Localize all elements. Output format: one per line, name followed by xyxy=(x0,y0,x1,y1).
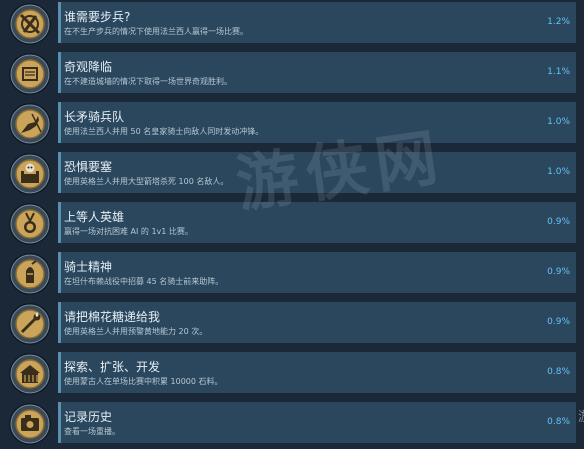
achievement-card: 长矛骑兵队使用法兰西人并用 50 名皇家骑士向敌人同时发动冲锋。 1.0% xyxy=(58,102,576,143)
achievement-card: 记录历史查看一场重播。 0.8% xyxy=(58,402,576,443)
achievement-description: 在不生产步兵的情况下使用法兰西人赢得一场比赛。 xyxy=(64,27,248,36)
building-icon xyxy=(8,352,52,396)
edge-char: 游 xyxy=(578,406,584,425)
achievement-row[interactable]: 奇观降临在不建造城墙的情况下取得一场世界奇观胜利。 1.1% xyxy=(0,50,584,99)
achievement-card: 谁需要步兵? 在不生产步兵的情况下使用法兰西人赢得一场比赛。 1.2% xyxy=(58,2,576,43)
unlock-percentage: 1.2% xyxy=(547,17,570,27)
achievement-row[interactable]: 请把棉花糖递给我使用英格兰人并用预警黄地能力 20 次。 0.9% xyxy=(0,300,584,349)
no-infantry-icon xyxy=(8,2,52,46)
achievement-card: 骑士精神在坦什布赖战役中招募 45 名骑士前来助阵。 0.9% xyxy=(58,252,576,293)
achievement-description: 查看一场重播。 xyxy=(64,427,120,436)
achievement-card: 探索、扩张、开发使用蒙古人在单场比赛中积累 10000 石料。 0.8% xyxy=(58,352,576,393)
achievement-row[interactable]: 探索、扩张、开发使用蒙古人在单场比赛中积累 10000 石料。 0.8% xyxy=(0,350,584,399)
achievement-row[interactable]: 骑士精神在坦什布赖战役中招募 45 名骑士前来助阵。 0.9% xyxy=(0,250,584,299)
achievement-row[interactable]: 谁需要步兵? 在不生产步兵的情况下使用法兰西人赢得一场比赛。 1.2% xyxy=(0,0,584,49)
achievement-row[interactable]: 上等人英雄赢得一场对抗困难 AI 的 1v1 比赛。 0.9% xyxy=(0,200,584,249)
achievement-card: 请把棉花糖递给我使用英格兰人并用预警黄地能力 20 次。 0.9% xyxy=(58,302,576,343)
unlock-percentage: 1.1% xyxy=(547,67,570,77)
achievement-card: 上等人英雄赢得一场对抗困难 AI 的 1v1 比赛。 0.9% xyxy=(58,202,576,243)
knight-charge-icon xyxy=(8,102,52,146)
achievement-title: 奇观降临 xyxy=(64,60,113,74)
achievement-row[interactable]: 长矛骑兵队使用法兰西人并用 50 名皇家骑士向敌人同时发动冲锋。 1.0% xyxy=(0,100,584,149)
achievement-title: 恐惧要塞 xyxy=(64,160,113,174)
achievement-title: 长矛骑兵队 xyxy=(64,110,125,124)
achievement-description: 使用法兰西人并用 50 名皇家骑士向敌人同时发动冲锋。 xyxy=(64,127,264,136)
torch-icon xyxy=(8,302,52,346)
achievement-row[interactable]: 恐惧要塞使用英格兰人并用大型箭塔杀死 100 名敌人。 1.0% xyxy=(0,150,584,199)
achievement-description: 使用英格兰人并用预警黄地能力 20 次。 xyxy=(64,327,208,336)
achievement-title: 上等人英雄 xyxy=(64,210,125,224)
unlock-percentage: 0.9% xyxy=(547,217,570,227)
unlock-percentage: 0.9% xyxy=(547,317,570,327)
achievement-title: 请把棉花糖递给我 xyxy=(64,310,161,324)
knight-helmet-icon xyxy=(8,252,52,296)
fortress-skull-icon xyxy=(8,152,52,196)
camera-icon xyxy=(8,402,52,446)
unlock-percentage: 1.0% xyxy=(547,117,570,127)
achievement-title: 骑士精神 xyxy=(64,260,113,274)
medal-icon xyxy=(8,202,52,246)
achievement-description: 使用英格兰人并用大型箭塔杀死 100 名敌人。 xyxy=(64,177,229,186)
unlock-percentage: 0.8% xyxy=(547,417,570,427)
unlock-percentage: 0.8% xyxy=(547,367,570,377)
unlock-percentage: 1.0% xyxy=(547,167,570,177)
achievement-title: 谁需要步兵? xyxy=(64,10,131,24)
achievement-row[interactable]: 记录历史查看一场重播。 0.8% xyxy=(0,400,584,449)
unlock-percentage: 0.9% xyxy=(547,267,570,277)
achievement-description: 在不建造城墙的情况下取得一场世界奇观胜利。 xyxy=(64,77,232,86)
wonder-icon xyxy=(8,52,52,96)
achievement-title: 探索、扩张、开发 xyxy=(64,360,161,374)
achievement-description: 使用蒙古人在单场比赛中积累 10000 石料。 xyxy=(64,377,223,386)
achievement-description: 赢得一场对抗困难 AI 的 1v1 比赛。 xyxy=(64,227,193,236)
achievement-card: 恐惧要塞使用英格兰人并用大型箭塔杀死 100 名敌人。 1.0% xyxy=(58,152,576,193)
achievement-description: 在坦什布赖战役中招募 45 名骑士前来助阵。 xyxy=(64,277,224,286)
achievement-card: 奇观降临在不建造城墙的情况下取得一场世界奇观胜利。 1.1% xyxy=(58,52,576,93)
achievement-title: 记录历史 xyxy=(64,410,113,424)
